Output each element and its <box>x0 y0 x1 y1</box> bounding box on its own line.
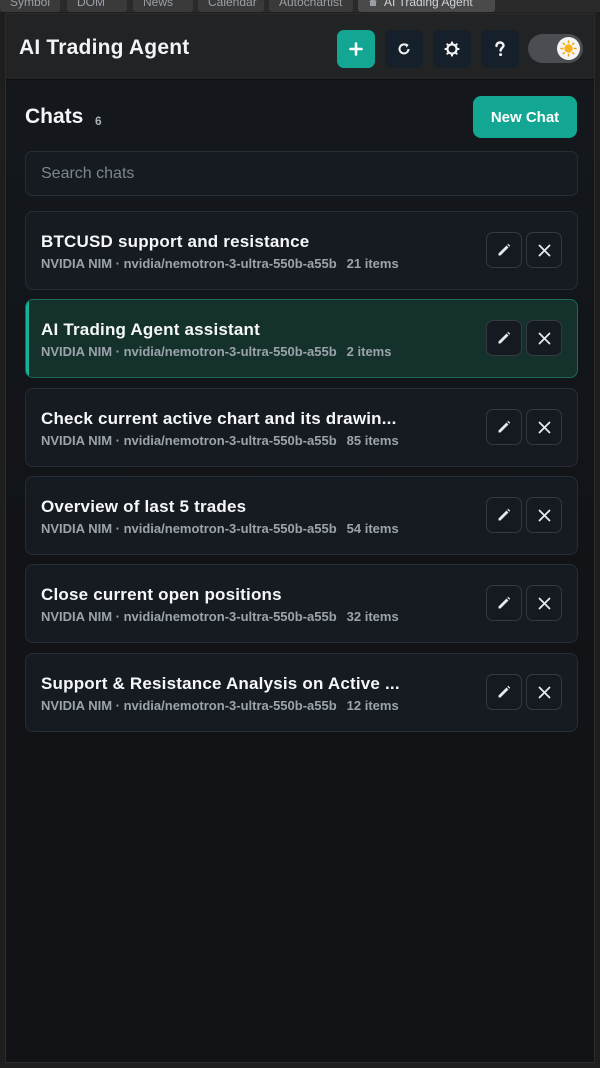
tab-dom[interactable]: DOM <box>67 0 127 12</box>
help-button[interactable] <box>481 30 519 68</box>
tab-label: Calendar <box>208 0 257 9</box>
edit-chat-button[interactable] <box>486 585 522 621</box>
sun-icon <box>560 40 577 57</box>
pencil-icon <box>498 508 511 521</box>
chat-model: NVIDIA NIM · nvidia/nemotron-3-ultra-550… <box>41 698 337 713</box>
chat-item-count: 2 items <box>346 344 392 359</box>
app-title: AI Trading Agent <box>19 36 190 59</box>
ai-trading-agent-panel: AI Trading Agent Chats 6 New Chat Search… <box>5 13 595 1063</box>
chat-title: BTCUSD support and resistance <box>41 232 310 251</box>
chats-panel: Chats 6 New Chat BTCUSD support and resi… <box>6 81 594 1062</box>
chats-heading: Chats <box>25 105 84 128</box>
chat-meta: NVIDIA NIM · nvidia/nemotron-3-ultra-550… <box>41 344 391 359</box>
delete-chat-button[interactable] <box>526 674 562 710</box>
new-chat-icon-button[interactable] <box>337 30 375 68</box>
chat-item-count: 12 items <box>346 698 399 713</box>
search-input[interactable] <box>26 152 577 195</box>
settings-button[interactable] <box>433 30 471 68</box>
tab-symbol[interactable]: Symbol <box>0 0 60 12</box>
pencil-icon <box>498 331 511 344</box>
chat-item-count: 21 items <box>346 256 399 271</box>
chats-count-badge: 6 <box>95 114 102 128</box>
close-icon <box>538 244 550 256</box>
pencil-icon <box>498 243 511 256</box>
chat-meta: NVIDIA NIM · nvidia/nemotron-3-ultra-550… <box>41 256 399 271</box>
close-icon <box>538 421 550 433</box>
pencil-icon <box>498 596 511 609</box>
delete-chat-button[interactable] <box>526 320 562 356</box>
gear-icon <box>444 41 460 57</box>
chat-meta: NVIDIA NIM · nvidia/nemotron-3-ultra-550… <box>41 698 399 713</box>
chat-item-active[interactable]: AI Trading Agent assistant NVIDIA NIM · … <box>25 299 578 378</box>
edit-chat-button[interactable] <box>486 320 522 356</box>
chat-title: AI Trading Agent assistant <box>41 320 260 339</box>
close-icon <box>538 597 550 609</box>
chat-item[interactable]: Support & Resistance Analysis on Active … <box>25 653 578 732</box>
edit-chat-button[interactable] <box>486 497 522 533</box>
refresh-button[interactable] <box>385 30 423 68</box>
chat-title: Check current active chart and its drawi… <box>41 409 397 428</box>
chat-model: NVIDIA NIM · nvidia/nemotron-3-ultra-550… <box>41 609 337 624</box>
tab-label: AI Trading Agent <box>384 0 473 9</box>
theme-toggle[interactable] <box>528 34 583 63</box>
tab-label: DOM <box>77 0 105 9</box>
edit-chat-button[interactable] <box>486 409 522 445</box>
search-box <box>25 151 578 196</box>
toggle-knob <box>557 37 580 60</box>
tab-strip: Symbol DOM News Calendar Autochartist AI… <box>0 0 600 12</box>
chat-item[interactable]: Overview of last 5 trades NVIDIA NIM · n… <box>25 476 578 555</box>
app-header: AI Trading Agent <box>6 14 594 80</box>
chat-item-count: 85 items <box>346 433 399 448</box>
chat-model: NVIDIA NIM · nvidia/nemotron-3-ultra-550… <box>41 433 337 448</box>
chat-model: NVIDIA NIM · nvidia/nemotron-3-ultra-550… <box>41 521 337 536</box>
tab-label: Symbol <box>10 0 51 9</box>
tab-label: News <box>143 0 174 9</box>
tab-autochartist[interactable]: Autochartist <box>269 0 353 12</box>
tab-label: Autochartist <box>279 0 343 9</box>
chat-item[interactable]: Close current open positions NVIDIA NIM … <box>25 564 578 643</box>
chat-model: NVIDIA NIM · nvidia/nemotron-3-ultra-550… <box>41 344 337 359</box>
tab-ai-trading-agent[interactable]: AI Trading Agent <box>358 0 495 12</box>
chat-title: Overview of last 5 trades <box>41 497 247 516</box>
delete-chat-button[interactable] <box>526 585 562 621</box>
delete-chat-button[interactable] <box>526 497 562 533</box>
delete-chat-button[interactable] <box>526 232 562 268</box>
chat-item[interactable]: Check current active chart and its drawi… <box>25 388 578 467</box>
pencil-icon <box>498 685 511 698</box>
edit-chat-button[interactable] <box>486 674 522 710</box>
chat-item[interactable]: BTCUSD support and resistance NVIDIA NIM… <box>25 211 578 290</box>
chat-title: Close current open positions <box>41 585 282 604</box>
close-icon <box>538 509 550 521</box>
chat-meta: NVIDIA NIM · nvidia/nemotron-3-ultra-550… <box>41 433 399 448</box>
chat-item-count: 54 items <box>346 521 399 536</box>
plus-icon <box>349 42 363 56</box>
home-icon <box>369 0 377 6</box>
close-icon <box>538 686 550 698</box>
chat-title: Support & Resistance Analysis on Active … <box>41 674 400 693</box>
tab-calendar[interactable]: Calendar <box>198 0 264 12</box>
chat-item-count: 32 items <box>346 609 399 624</box>
refresh-icon <box>398 43 410 55</box>
new-chat-button[interactable]: New Chat <box>473 96 577 138</box>
chat-meta: NVIDIA NIM · nvidia/nemotron-3-ultra-550… <box>41 609 399 624</box>
chat-meta: NVIDIA NIM · nvidia/nemotron-3-ultra-550… <box>41 521 399 536</box>
delete-chat-button[interactable] <box>526 409 562 445</box>
pencil-icon <box>498 420 511 433</box>
close-icon <box>538 332 550 344</box>
tab-news[interactable]: News <box>133 0 193 12</box>
edit-chat-button[interactable] <box>486 232 522 268</box>
active-indicator <box>26 300 29 377</box>
help-icon <box>495 41 505 57</box>
chat-model: NVIDIA NIM · nvidia/nemotron-3-ultra-550… <box>41 256 337 271</box>
